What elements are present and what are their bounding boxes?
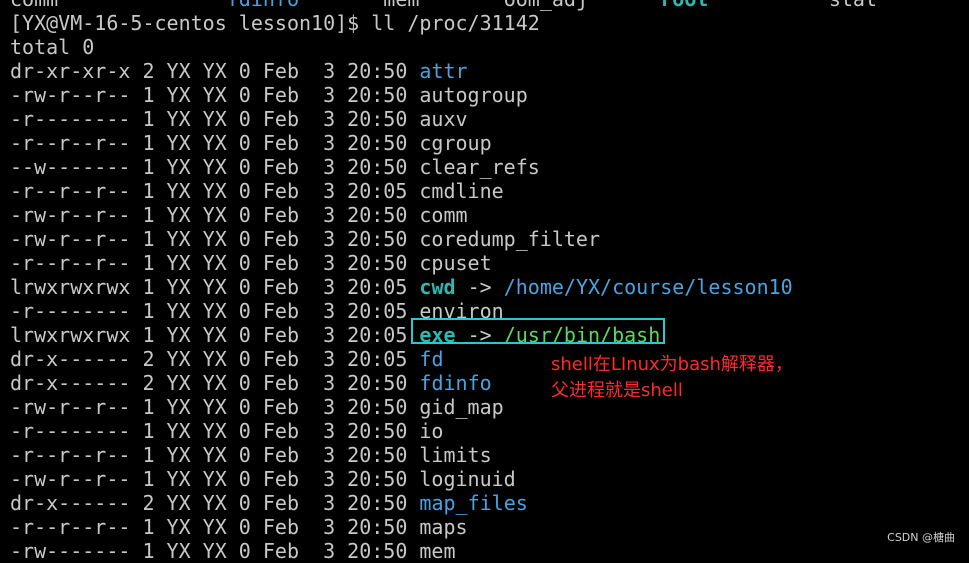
annotation: shell在LInux为bash解释器， 父进程就是shell <box>551 352 793 404</box>
terminal-text: -r--r--r-- 1 YX YX 0 Feb 3 20:50 limits <box>10 443 492 467</box>
terminal-text: dr-x------ 2 YX YX 0 Feb 3 20:50 <box>10 371 420 395</box>
terminal-line: -r--r--r-- 1 YX YX 0 Feb 3 20:50 cpuset <box>10 251 969 275</box>
terminal-line: dr-x------ 2 YX YX 0 Feb 3 20:50 fdinfo <box>10 371 969 395</box>
terminal-text: -rw-r--r-- 1 YX YX 0 Feb 3 20:50 gid_map <box>10 395 504 419</box>
terminal-text: stat wc <box>708 0 969 11</box>
terminal-text: fdinfo <box>419 371 492 395</box>
terminal-text: lrwxrwxrwx 1 YX YX 0 Feb 3 20:05 <box>10 275 420 299</box>
terminal-text: /home/YX/course/lesson10 <box>503 275 793 299</box>
terminal-line: -r-------- 1 YX YX 0 Feb 3 20:50 auxv <box>10 107 969 131</box>
terminal-line: -rw-r--r-- 1 YX YX 0 Feb 3 20:50 coredum… <box>10 227 969 251</box>
terminal-text: -rw-r--r-- 1 YX YX 0 Feb 3 20:50 loginui… <box>10 467 516 491</box>
terminal-text: dr-xr-xr-x 2 YX YX 0 Feb 3 20:50 <box>10 59 420 83</box>
terminal-text: mem oom_adj <box>299 0 660 11</box>
terminal-line: -r--r--r-- 1 YX YX 0 Feb 3 20:05 cmdline <box>10 179 969 203</box>
terminal-text: -r-------- 1 YX YX 0 Feb 3 20:50 io <box>10 419 444 443</box>
terminal-line: [YX@VM-16-5-centos lesson10]$ ll /proc/3… <box>10 11 969 35</box>
terminal-text: attr <box>419 59 468 83</box>
terminal-line: -r--r--r-- 1 YX YX 0 Feb 3 20:50 maps <box>10 515 969 539</box>
terminal-text: fd <box>419 347 444 371</box>
terminal-output: comm fdinfo mem oom_adj root stat wc[YX@… <box>10 0 969 563</box>
terminal-line: lrwxrwxrwx 1 YX YX 0 Feb 3 20:05 cwd -> … <box>10 275 969 299</box>
terminal-text: dr-x------ 2 YX YX 0 Feb 3 20:05 <box>10 347 420 371</box>
highlight-box <box>411 318 665 344</box>
terminal-text: map_files <box>419 491 528 515</box>
terminal-line: comm fdinfo mem oom_adj root stat wc <box>10 0 969 11</box>
terminal-text: -r--r--r-- 1 YX YX 0 Feb 3 20:50 cpuset <box>10 251 492 275</box>
terminal-line: -rw-r--r-- 1 YX YX 0 Feb 3 20:50 comm <box>10 203 969 227</box>
terminal-line: --w------- 1 YX YX 0 Feb 3 20:50 clear_r… <box>10 155 969 179</box>
terminal-text: dr-x------ 2 YX YX 0 Feb 3 20:50 <box>10 491 420 515</box>
terminal-text: comm <box>10 0 227 11</box>
terminal-text: fdinfo <box>227 0 299 11</box>
terminal-text: -rw------- 1 YX YX 0 Feb 3 20:50 mem <box>10 539 456 563</box>
terminal-text: [YX@VM-16-5-centos lesson10]$ ll /proc/3… <box>10 11 540 35</box>
terminal-text: -r--r--r-- 1 YX YX 0 Feb 3 20:50 maps <box>10 515 468 539</box>
terminal-text: cwd <box>419 275 456 299</box>
terminal-text: -rw-r--r-- 1 YX YX 0 Feb 3 20:50 coredum… <box>10 227 601 251</box>
terminal-text: -rw-r--r-- 1 YX YX 0 Feb 3 20:50 comm <box>10 203 468 227</box>
terminal-line: -r--r--r-- 1 YX YX 0 Feb 3 20:50 cgroup <box>10 131 969 155</box>
terminal-line: -rw-r--r-- 1 YX YX 0 Feb 3 20:50 gid_map <box>10 395 969 419</box>
terminal-text: total 0 <box>10 35 95 59</box>
terminal-text: -> <box>455 275 504 299</box>
terminal-text: -rw-r--r-- 1 YX YX 0 Feb 3 20:50 autogro… <box>10 83 528 107</box>
terminal-line: dr-x------ 2 YX YX 0 Feb 3 20:05 fd <box>10 347 969 371</box>
terminal-text: -r-------- 1 YX YX 0 Feb 3 20:50 auxv <box>10 107 468 131</box>
annotation-line-1: shell在LInux为bash解释器， <box>551 354 793 375</box>
terminal-line: -rw-r--r-- 1 YX YX 0 Feb 3 20:50 loginui… <box>10 467 969 491</box>
terminal-line: dr-xr-xr-x 2 YX YX 0 Feb 3 20:50 attr <box>10 59 969 83</box>
annotation-line-2: 父进程就是shell <box>551 380 683 401</box>
terminal-text: -r--r--r-- 1 YX YX 0 Feb 3 20:50 cgroup <box>10 131 492 155</box>
terminal-text: lrwxrwxrwx 1 YX YX 0 Feb 3 20:05 <box>10 323 420 347</box>
terminal-line: -r-------- 1 YX YX 0 Feb 3 20:50 io <box>10 419 969 443</box>
terminal-text: -r--r--r-- 1 YX YX 0 Feb 3 20:05 cmdline <box>10 179 504 203</box>
terminal-line: -rw-r--r-- 1 YX YX 0 Feb 3 20:50 autogro… <box>10 83 969 107</box>
terminal-text: root <box>660 0 708 11</box>
terminal-line: -r--r--r-- 1 YX YX 0 Feb 3 20:50 limits <box>10 443 969 467</box>
terminal-line: dr-x------ 2 YX YX 0 Feb 3 20:50 map_fil… <box>10 491 969 515</box>
terminal-line: -rw------- 1 YX YX 0 Feb 3 20:50 mem <box>10 539 969 563</box>
watermark: CSDN @榶曲 <box>887 531 955 544</box>
terminal-line: total 0 <box>10 35 969 59</box>
terminal-text: --w------- 1 YX YX 0 Feb 3 20:50 clear_r… <box>10 155 540 179</box>
